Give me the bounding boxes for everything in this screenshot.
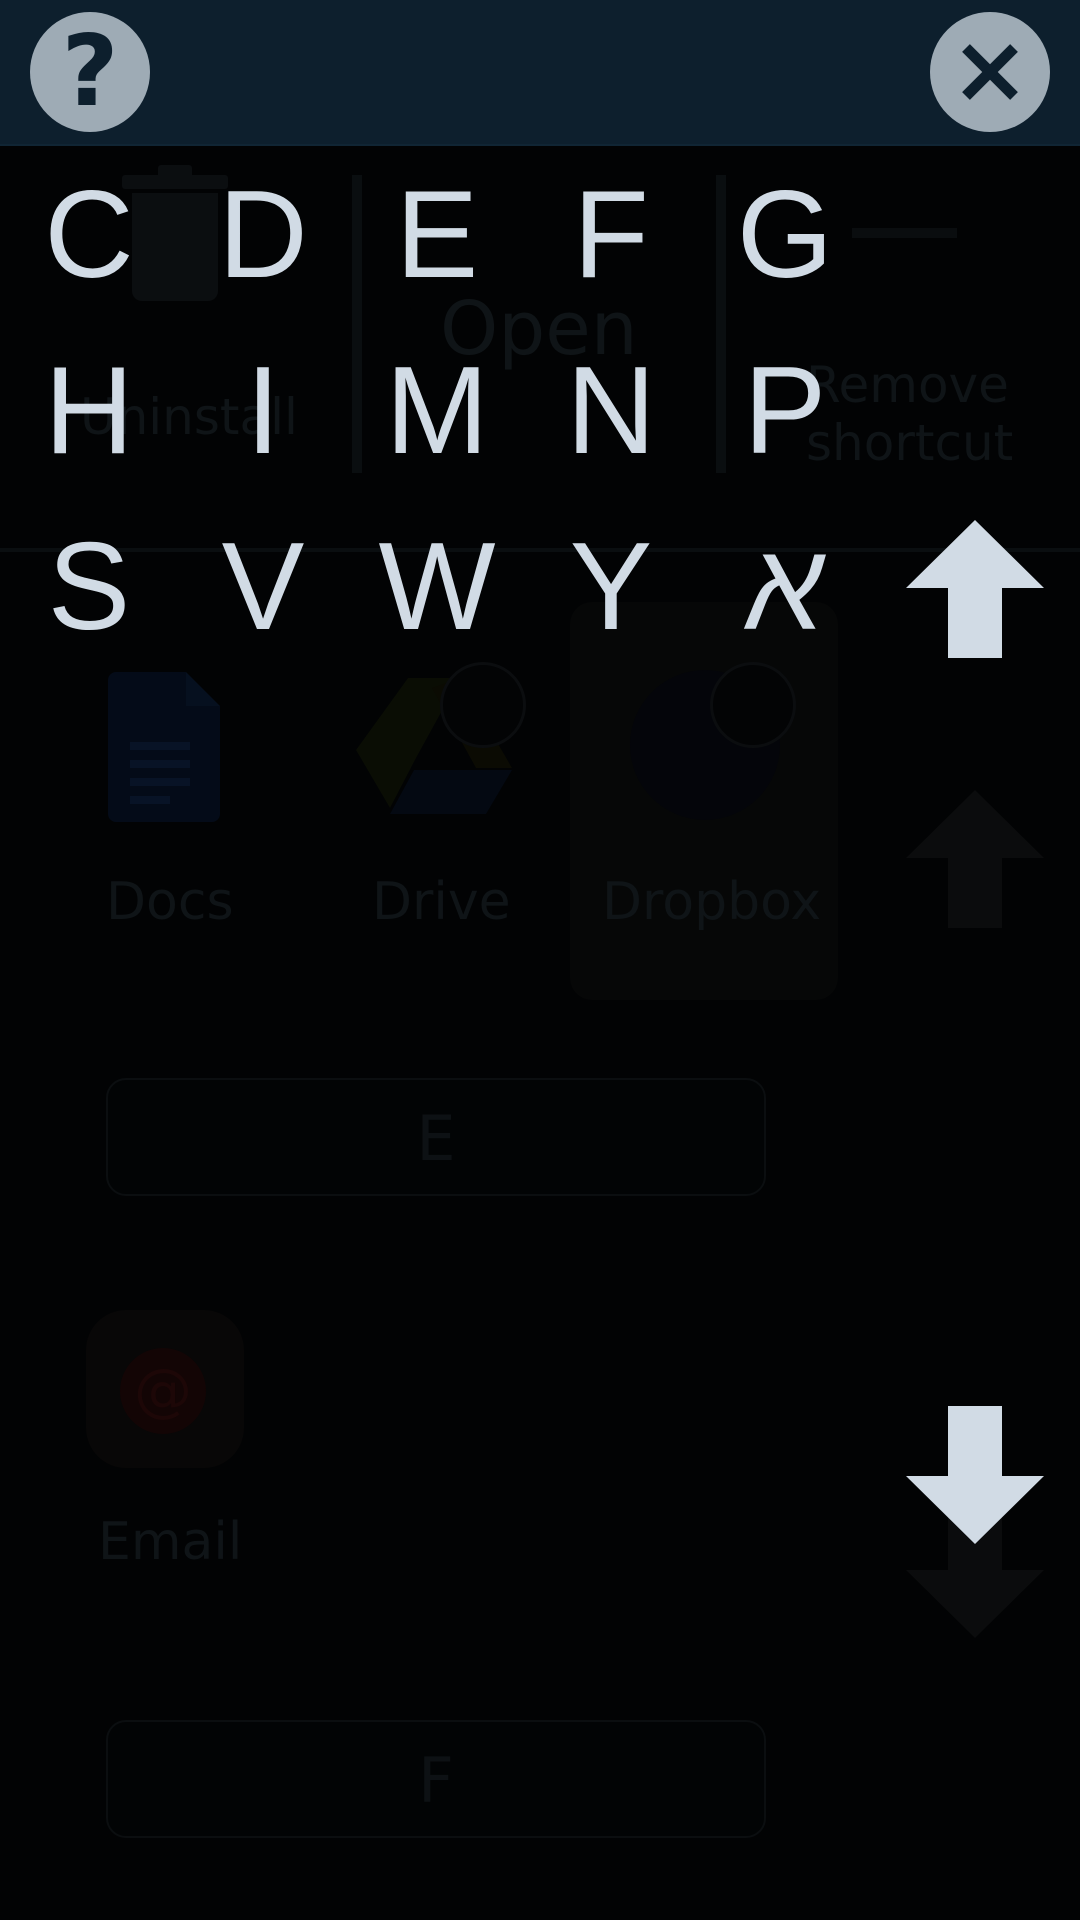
- letter-m[interactable]: M: [352, 336, 522, 486]
- app-label-dropbox: Dropbox: [602, 872, 822, 932]
- help-button[interactable]: ?: [30, 12, 150, 132]
- share-icon: [710, 662, 796, 748]
- letter-n[interactable]: N: [526, 336, 696, 486]
- scroll-down-button[interactable]: [906, 1406, 1044, 1544]
- app-label-email: Email: [98, 1512, 243, 1572]
- letter-y[interactable]: Y: [526, 512, 696, 662]
- letter-c[interactable]: C: [4, 160, 174, 310]
- share-icon: [440, 662, 526, 748]
- top-bar: ?: [0, 0, 1080, 146]
- scroll-up-button[interactable]: [906, 520, 1044, 658]
- app-label-docs: Docs: [106, 872, 234, 932]
- letter-v[interactable]: V: [178, 512, 348, 662]
- letter-s[interactable]: S: [4, 512, 174, 662]
- close-icon: [962, 44, 1018, 100]
- section-header: F: [106, 1720, 766, 1838]
- letter-alef[interactable]: א: [700, 512, 870, 662]
- arrow-up-icon: [906, 520, 1044, 658]
- arrow-down-icon: [906, 1406, 1044, 1544]
- question-mark-icon: ?: [61, 15, 119, 129]
- letter-e[interactable]: E: [352, 160, 522, 310]
- letter-w[interactable]: W: [352, 512, 522, 662]
- close-button[interactable]: [930, 12, 1050, 132]
- letter-i[interactable]: I: [178, 336, 348, 486]
- section-header: E: [106, 1078, 766, 1196]
- letter-d[interactable]: D: [178, 160, 348, 310]
- letter-h[interactable]: H: [4, 336, 174, 486]
- letter-picker-screen: Uninstall Open Remove shortcut Docs Driv…: [0, 0, 1080, 1920]
- arrow-up-icon: [906, 790, 1044, 928]
- docs-icon: [108, 672, 220, 822]
- letter-f[interactable]: F: [526, 160, 696, 310]
- letter-g[interactable]: G: [700, 160, 870, 310]
- letter-p[interactable]: P: [700, 336, 870, 486]
- app-label-drive: Drive: [372, 872, 511, 932]
- at-icon: @: [120, 1348, 206, 1434]
